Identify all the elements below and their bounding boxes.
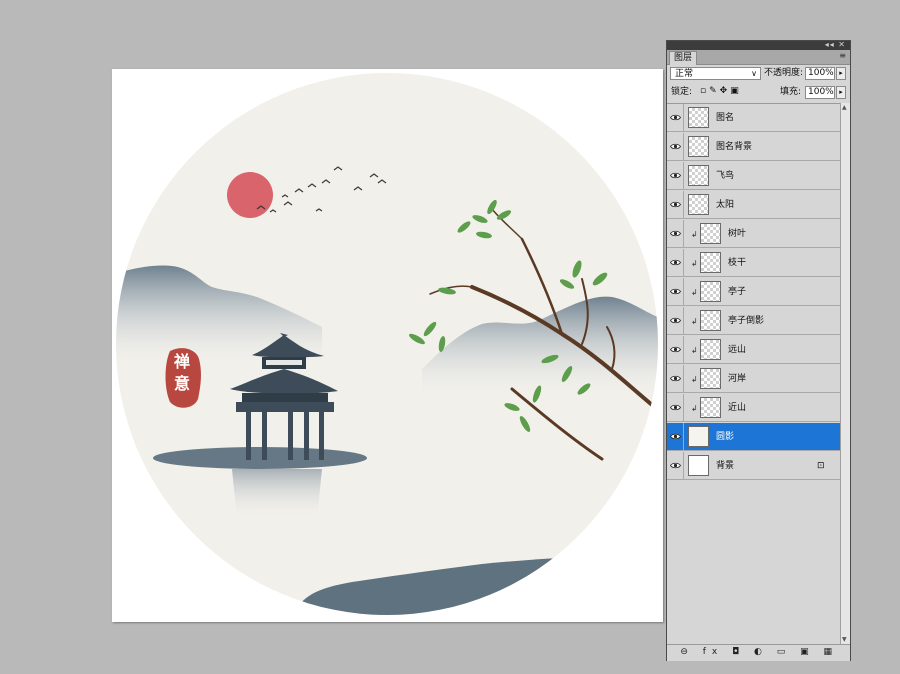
- layer-name[interactable]: 近山: [728, 394, 746, 422]
- blend-mode-select[interactable]: 正常 ∨: [670, 67, 761, 80]
- clipping-mask-icon: ↲: [691, 375, 698, 384]
- fill-input[interactable]: 100%: [805, 86, 835, 99]
- blend-opacity-row: 正常 ∨ 不透明度: 100% ▸: [667, 65, 850, 83]
- clipping-mask-icon: ↲: [691, 288, 698, 297]
- clipping-mask-icon: ↲: [691, 404, 698, 413]
- fill-label: 填充:: [780, 87, 802, 97]
- sun: [227, 172, 273, 218]
- visibility-eye-icon[interactable]: [667, 162, 684, 190]
- visibility-eye-icon[interactable]: [667, 307, 684, 335]
- lock-fill-row: 锁定: ▫✎✥▣ 填充: 100% ▸: [667, 84, 850, 102]
- layer-thumbnail[interactable]: [688, 194, 709, 215]
- lock-all-icon[interactable]: ▣: [730, 86, 742, 96]
- visibility-eye-icon[interactable]: [667, 191, 684, 219]
- layer-row[interactable]: ↲ 河岸: [667, 365, 840, 393]
- visibility-eye-icon[interactable]: [667, 133, 684, 161]
- artwork: [116, 73, 658, 615]
- layer-name[interactable]: 亭子倒影: [728, 307, 764, 335]
- lock-move-icon[interactable]: ✥: [720, 86, 731, 96]
- document-canvas[interactable]: 禅 意: [112, 69, 663, 622]
- layer-name[interactable]: 太阳: [716, 191, 734, 219]
- layer-name[interactable]: 枝干: [728, 249, 746, 277]
- opacity-input[interactable]: 100%: [805, 67, 835, 80]
- layer-thumbnail[interactable]: [688, 426, 709, 447]
- chevron-down-icon: ∨: [751, 69, 757, 78]
- layer-row[interactable]: ↲ 亭子: [667, 278, 840, 306]
- clipping-mask-icon: ↲: [691, 230, 698, 239]
- layer-thumbnail[interactable]: [700, 397, 721, 418]
- pavilion-reflection: [232, 469, 322, 519]
- layer-name[interactable]: 亭子: [728, 278, 746, 306]
- layer-lock-icon: ⊡: [817, 461, 825, 471]
- layer-row[interactable]: ↲ 近山: [667, 394, 840, 422]
- layer-name[interactable]: 树叶: [728, 220, 746, 248]
- layer-row[interactable]: ↲ 树叶: [667, 220, 840, 248]
- visibility-eye-icon[interactable]: [667, 249, 684, 277]
- visibility-eye-icon[interactable]: [667, 104, 684, 132]
- visibility-eye-icon[interactable]: [667, 423, 684, 451]
- layer-thumbnail[interactable]: [700, 252, 721, 273]
- panel-title-bar[interactable]: ◂◂ ✕: [667, 40, 850, 50]
- layer-name[interactable]: 背景: [716, 452, 734, 480]
- panel-window-controls[interactable]: ◂◂ ✕: [825, 40, 846, 49]
- visibility-eye-icon[interactable]: [667, 278, 684, 306]
- clipping-mask-icon: ↲: [691, 317, 698, 326]
- lock-options[interactable]: ▫✎✥▣: [700, 86, 742, 96]
- visibility-eye-icon[interactable]: [667, 365, 684, 393]
- scroll-up-icon[interactable]: ▲: [842, 104, 847, 111]
- clipping-mask-icon: ↲: [691, 346, 698, 355]
- layer-name[interactable]: 河岸: [728, 365, 746, 393]
- opacity-label: 不透明度:: [764, 68, 804, 78]
- layer-thumbnail[interactable]: [688, 136, 709, 157]
- layer-row[interactable]: 图名: [667, 104, 840, 132]
- layers-panel: ◂◂ ✕ 图层 ≡ 正常 ∨ 不透明度: 100% ▸ 锁定: ▫✎✥▣ 填充:…: [666, 40, 851, 661]
- clipping-mask-icon: ↲: [691, 259, 698, 268]
- visibility-eye-icon[interactable]: [667, 452, 684, 480]
- blend-mode-value: 正常: [675, 69, 694, 79]
- layer-row[interactable]: ↲ 亭子倒影: [667, 307, 840, 335]
- panel-bottom-toolbar: ⊖ fx ◘ ◐ ▭ ▣ ▦: [667, 644, 850, 661]
- layer-thumbnail[interactable]: [700, 281, 721, 302]
- fill-stepper[interactable]: ▸: [836, 86, 846, 99]
- layer-name[interactable]: 图名: [716, 104, 734, 132]
- lock-label: 锁定:: [671, 87, 693, 97]
- layer-thumbnail[interactable]: [688, 165, 709, 186]
- layer-list-scrollbar[interactable]: ▲ ▼: [840, 103, 850, 644]
- layer-row[interactable]: 圆影: [667, 423, 840, 451]
- layer-thumbnail[interactable]: [688, 455, 709, 476]
- panel-tab-row: 图层 ≡: [667, 50, 850, 65]
- opacity-stepper[interactable]: ▸: [836, 67, 846, 80]
- layer-name[interactable]: 图名背景: [716, 133, 752, 161]
- layer-row[interactable]: ↲ 远山: [667, 336, 840, 364]
- layer-row[interactable]: 飞鸟: [667, 162, 840, 190]
- panel-menu-icon[interactable]: ≡: [839, 51, 846, 60]
- layer-name[interactable]: 飞鸟: [716, 162, 734, 190]
- visibility-eye-icon[interactable]: [667, 336, 684, 364]
- lock-transparent-icon[interactable]: ▫: [700, 86, 709, 96]
- layer-thumbnail[interactable]: [700, 339, 721, 360]
- layer-thumbnail[interactable]: [688, 107, 709, 128]
- layer-list: 图名 图名背景 飞鸟 太阳 ↲ 树叶 ↲ 枝干 ↲ 亭子 ↲ 亭子倒影 ↲ 远山 ↲ 河岸 ↲ 近山 圆影 背景 ⊡: [667, 103, 840, 645]
- visibility-eye-icon[interactable]: [667, 394, 684, 422]
- layer-row[interactable]: 太阳: [667, 191, 840, 219]
- scroll-down-icon[interactable]: ▼: [842, 636, 847, 643]
- tab-layers[interactable]: 图层: [669, 51, 698, 65]
- seal-char-1: 禅: [173, 352, 190, 371]
- layer-thumbnail[interactable]: [700, 310, 721, 331]
- island: [153, 447, 367, 469]
- layer-name[interactable]: 圆影: [716, 423, 734, 451]
- seal-char-2: 意: [173, 374, 190, 393]
- layer-thumbnail[interactable]: [700, 223, 721, 244]
- layer-row[interactable]: 背景 ⊡: [667, 452, 840, 480]
- layer-thumbnail[interactable]: [700, 368, 721, 389]
- panel-bottom-icons[interactable]: ⊖ fx ◘ ◐ ▭ ▣ ▦: [680, 647, 838, 657]
- layer-row[interactable]: ↲ 枝干: [667, 249, 840, 277]
- layer-row[interactable]: 图名背景: [667, 133, 840, 161]
- layer-name[interactable]: 远山: [728, 336, 746, 364]
- visibility-eye-icon[interactable]: [667, 220, 684, 248]
- lock-brush-icon[interactable]: ✎: [709, 86, 720, 96]
